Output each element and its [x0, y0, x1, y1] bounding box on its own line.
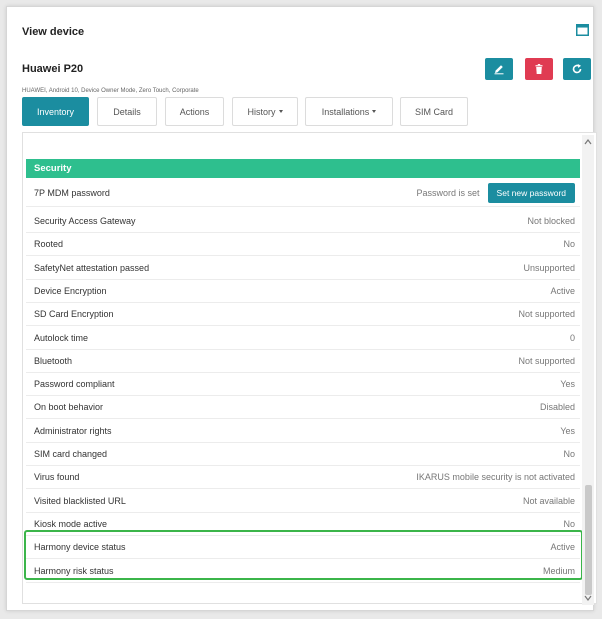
tab-label: SIM Card	[414, 106, 453, 117]
tab-label: Inventory	[36, 106, 75, 117]
trash-icon	[535, 64, 543, 74]
row-label: Virus found	[34, 472, 80, 483]
row-label: Bluetooth	[34, 355, 73, 366]
tab-details[interactable]: Details	[97, 97, 157, 126]
row-value: No	[563, 518, 575, 529]
row-value: Yes	[560, 425, 575, 436]
tab-label: Installations	[321, 106, 370, 117]
table-row: Visited blacklisted URL Not available	[26, 490, 580, 513]
row-label: 7P MDM password	[34, 188, 110, 198]
table-row: On boot behavior Disabled	[26, 396, 580, 420]
table-row: Rooted No	[26, 233, 580, 257]
row-label: Rooted	[34, 239, 64, 250]
row-label: SafetyNet attestation passed	[34, 262, 150, 273]
scroll-up-icon[interactable]	[584, 138, 592, 146]
device-meta: HUAWEI, Android 10, Device Owner Mode, Z…	[22, 88, 199, 94]
row-label: SD Card Encryption	[34, 309, 114, 320]
password-status: Password is set	[416, 188, 480, 198]
caret-down-icon	[278, 110, 283, 113]
row-label: SIM card changed	[34, 449, 108, 459]
row-value: IKARUS mobile security is not activated	[416, 472, 575, 483]
edit-icon	[494, 65, 504, 75]
delete-button[interactable]	[525, 58, 553, 80]
panel-scrollbar[interactable]	[582, 135, 594, 605]
row-value: Unsupported	[523, 262, 575, 273]
device-name: Huawei P20	[22, 63, 84, 75]
row-label: Device Encryption	[34, 285, 107, 296]
password-row: 7P MDM password Password is set Set new …	[26, 180, 580, 207]
table-row: Device Encryption Active	[26, 280, 580, 303]
row-value: Yes	[560, 379, 575, 390]
set-new-password-button[interactable]: Set new password	[487, 183, 575, 203]
row-value: No	[563, 239, 575, 250]
tab-label: Details	[113, 106, 141, 117]
table-row: Virus found IKARUS mobile security is not…	[26, 466, 580, 490]
row-value: Not blocked	[527, 216, 575, 226]
scroll-down-icon[interactable]	[584, 594, 592, 602]
view-device-dialog: View device Huawei P20 HUAWEI, Android 1…	[6, 6, 597, 611]
edit-button[interactable]	[485, 58, 513, 80]
tab-label: Actions	[179, 106, 210, 117]
row-value: Disabled	[539, 402, 575, 413]
row-value: Not supported	[518, 309, 575, 320]
row-value: Not supported	[518, 355, 575, 366]
row-value: 0	[569, 332, 575, 343]
tab-actions[interactable]: Actions	[165, 97, 224, 126]
table-row: SafetyNet attestation passed Unsupported	[26, 257, 580, 280]
row-value: Active	[550, 285, 575, 296]
tab-installations[interactable]: Installations	[305, 97, 393, 126]
row-value: Not available	[522, 495, 575, 506]
table-row: Administrator rights Yes	[26, 420, 580, 443]
table-row: Autolock time 0	[26, 327, 580, 350]
maximize-window-icon[interactable]	[576, 24, 589, 36]
tab-sim-card[interactable]: SIM Card	[400, 97, 468, 126]
row-label: Visited blacklisted URL	[34, 495, 126, 506]
row-label: Password compliant	[34, 379, 115, 390]
row-label: Autolock time	[34, 332, 89, 343]
row-label: Security Access Gateway	[34, 216, 136, 226]
inventory-panel: Security 7P MDM password Password is set…	[22, 132, 597, 604]
refresh-button[interactable]	[563, 58, 591, 80]
table-row: Bluetooth Not supported	[26, 350, 580, 373]
table-row: SD Card Encryption Not supported	[26, 303, 580, 327]
refresh-icon	[572, 64, 582, 74]
table-row: Security Access Gateway Not blocked	[26, 210, 580, 233]
caret-down-icon	[372, 110, 377, 113]
tab-inventory[interactable]: Inventory	[22, 97, 89, 126]
row-label: Kiosk mode active	[34, 518, 108, 529]
row-label: On boot behavior	[34, 402, 104, 413]
security-section-header: Security	[26, 159, 580, 178]
tab-label: History	[247, 106, 276, 117]
row-value: No	[563, 449, 575, 459]
table-row: Password compliant Yes	[26, 373, 580, 397]
tab-history[interactable]: History	[232, 97, 298, 126]
row-label: Administrator rights	[34, 425, 112, 436]
scroll-thumb[interactable]	[585, 485, 592, 595]
table-row: SIM card changed No	[26, 443, 580, 466]
harmony-highlight-box	[24, 530, 583, 580]
dialog-title: View device	[22, 26, 85, 38]
